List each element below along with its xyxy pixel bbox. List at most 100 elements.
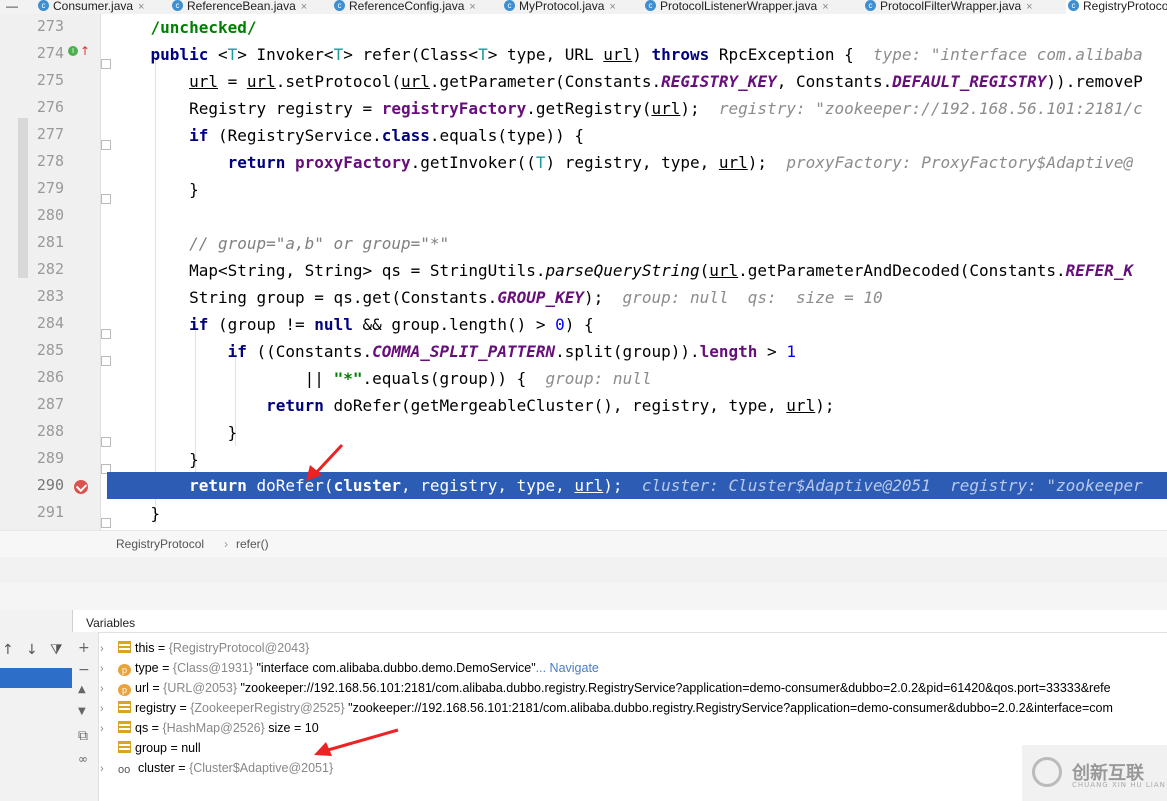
navigate-link[interactable]: ... Navigate bbox=[536, 661, 599, 675]
var-name: this bbox=[135, 641, 155, 655]
variable-row[interactable]: › qs = {HashMap@2526} size = 10 bbox=[100, 718, 319, 738]
code-line[interactable]: return doRefer(getMergeableCluster(), re… bbox=[112, 392, 834, 419]
arrow-up-icon[interactable]: ↑ bbox=[2, 642, 14, 658]
code-line[interactable]: } bbox=[112, 446, 199, 473]
code-line[interactable]: if (group != null && group.length() > 0)… bbox=[112, 311, 594, 338]
frames-panel: ↑ ↓ ⧩ bbox=[0, 610, 73, 801]
frames-toolbar: ↑ ↓ ⧩ bbox=[0, 642, 72, 662]
tab-label: ReferenceConfig.java bbox=[349, 0, 465, 13]
line-number: 286 bbox=[36, 368, 64, 386]
fold-icon[interactable] bbox=[101, 194, 111, 204]
code-editor[interactable]: 273 274 275 276 277 278 279 280 281 282 … bbox=[0, 14, 1167, 530]
variable-row[interactable]: › p type = {Class@1931} "interface com.ali… bbox=[100, 658, 599, 678]
variable-row[interactable]: group = null bbox=[100, 738, 201, 758]
tab-label: ProtocolListenerWrapper.java bbox=[660, 0, 818, 13]
line-number: 283 bbox=[36, 287, 64, 305]
code-line[interactable]: } bbox=[112, 419, 238, 446]
code-line[interactable]: url = url.setProtocol(url.getParameter(C… bbox=[112, 68, 1143, 95]
code-line[interactable]: return doRefer(cluster, registry, type, … bbox=[112, 472, 1143, 499]
breadcrumb-class[interactable]: RegistryProtocol bbox=[116, 531, 204, 557]
gutter-scrollbar[interactable] bbox=[18, 118, 28, 278]
var-ref: {HashMap@2526} bbox=[162, 721, 265, 735]
move-up-icon[interactable]: ▲ bbox=[78, 684, 86, 695]
watch-glasses-icon[interactable]: ∞ bbox=[78, 752, 88, 766]
line-number: 276 bbox=[36, 98, 64, 116]
code-line[interactable]: // group="a,b" or group="*" bbox=[112, 230, 449, 257]
variable-row[interactable]: › this = {RegistryProtocol@2043} bbox=[100, 638, 309, 658]
tab-reference-config[interactable]: c ReferenceConfig.java × bbox=[332, 0, 476, 14]
breadcrumb-method[interactable]: refer() bbox=[236, 531, 269, 557]
line-gutter[interactable]: 273 274 275 276 277 278 279 280 281 282 … bbox=[0, 14, 101, 530]
fold-icon[interactable] bbox=[101, 329, 111, 339]
tab-protocol-filter-wrapper[interactable]: c ProtocolFilterWrapper.java × bbox=[863, 0, 1033, 14]
current-execution-line[interactable]: return doRefer(cluster, registry, type, … bbox=[107, 472, 1167, 499]
tab-registry-protocol[interactable]: c RegistryProtocol.java bbox=[1066, 0, 1167, 14]
variable-row[interactable]: › oo cluster = {Cluster$Adaptive@2051} bbox=[100, 758, 333, 778]
move-down-icon[interactable]: ▼ bbox=[78, 706, 86, 717]
watermark-subtext: CHUANG XIN HU LIAN bbox=[1072, 781, 1166, 789]
chevron-right-icon[interactable]: › bbox=[100, 659, 118, 679]
var-value: "interface com.alibaba.dubbo.demo.DemoSe… bbox=[256, 661, 536, 675]
var-ref: {URL@2053} bbox=[163, 681, 238, 695]
code-line[interactable] bbox=[112, 203, 122, 230]
var-value: null bbox=[181, 741, 201, 755]
fold-icon[interactable] bbox=[101, 59, 111, 69]
chevron-right-icon[interactable]: › bbox=[100, 719, 118, 739]
class-icon: c bbox=[1068, 0, 1079, 11]
close-icon[interactable]: × bbox=[822, 1, 828, 13]
code-line[interactable]: if ((Constants.COMMA_SPLIT_PATTERN.split… bbox=[112, 338, 796, 365]
selected-frame[interactable] bbox=[0, 668, 72, 688]
code-line[interactable]: Registry registry = registryFactory.getR… bbox=[112, 95, 1143, 122]
variable-row[interactable]: › registry = {ZookeeperRegistry@2525} "zo… bbox=[100, 698, 1113, 718]
field-icon bbox=[118, 701, 131, 713]
field-icon bbox=[118, 741, 131, 753]
var-value: "zookeeper://192.168.56.101:2181/com.ali… bbox=[240, 681, 1111, 695]
annotation-arrow-icon bbox=[306, 443, 344, 481]
fold-icon[interactable] bbox=[101, 437, 111, 447]
tab-protocol-listener-wrapper[interactable]: c ProtocolListenerWrapper.java × bbox=[643, 0, 829, 14]
tab-my-protocol[interactable]: c MyProtocol.java × bbox=[502, 0, 616, 14]
class-icon: c bbox=[334, 0, 345, 11]
tab-label: Consumer.java bbox=[53, 0, 134, 13]
fold-icon[interactable] bbox=[101, 518, 111, 528]
fold-icon[interactable] bbox=[101, 356, 111, 366]
code-line[interactable]: } bbox=[112, 500, 161, 527]
close-icon[interactable]: × bbox=[1026, 1, 1032, 13]
breadcrumb: RegistryProtocol › refer() bbox=[0, 530, 1167, 558]
chevron-right-icon[interactable]: › bbox=[100, 639, 118, 659]
code-line[interactable]: || "*".equals(group)) { group: null bbox=[112, 365, 652, 392]
minimize-icon[interactable]: — bbox=[6, 0, 18, 12]
tab-reference-bean[interactable]: c ReferenceBean.java × bbox=[170, 0, 307, 14]
minus-icon[interactable]: − bbox=[78, 662, 90, 678]
chevron-right-icon[interactable]: › bbox=[100, 679, 118, 699]
variable-row[interactable]: › p url = {URL@2053} "zookeeper://192.168.… bbox=[100, 678, 1111, 698]
code-line[interactable]: Map<String, String> qs = StringUtils.par… bbox=[112, 257, 1133, 284]
close-icon[interactable]: × bbox=[609, 1, 615, 13]
breadcrumb-separator: › bbox=[224, 537, 228, 551]
fold-icon[interactable] bbox=[101, 140, 111, 150]
override-arrow-icon[interactable]: ↑ bbox=[80, 44, 90, 58]
code-line[interactable]: /unchecked/ bbox=[112, 14, 257, 41]
arrow-down-icon[interactable]: ↓ bbox=[26, 642, 38, 658]
close-icon[interactable]: × bbox=[301, 1, 307, 13]
add-icon[interactable]: + bbox=[78, 640, 90, 656]
class-icon: c bbox=[504, 0, 515, 11]
tab-consumer[interactable]: c Consumer.java × bbox=[36, 0, 144, 14]
code-line[interactable]: public <T> Invoker<T> refer(Class<T> typ… bbox=[112, 41, 1143, 68]
code-line[interactable]: String group = qs.get(Constants.GROUP_KE… bbox=[112, 284, 883, 311]
line-number: 289 bbox=[36, 449, 64, 467]
chevron-right-icon[interactable]: › bbox=[100, 759, 118, 779]
field-icon bbox=[118, 721, 131, 733]
close-icon[interactable]: × bbox=[469, 1, 475, 13]
close-icon[interactable]: × bbox=[138, 1, 144, 13]
code-line[interactable]: return proxyFactory.getInvoker((T) regis… bbox=[112, 149, 1134, 176]
parameter-icon: p bbox=[118, 684, 131, 696]
tab-label: RegistryProtocol.java bbox=[1083, 0, 1167, 13]
code-line[interactable]: if (RegistryService.class.equals(type)) … bbox=[112, 122, 584, 149]
chevron-right-icon[interactable]: › bbox=[100, 699, 118, 719]
code-line[interactable]: } bbox=[112, 176, 199, 203]
copy-icon[interactable]: ⧉ bbox=[78, 728, 88, 744]
filter-icon[interactable]: ⧩ bbox=[50, 642, 63, 658]
override-icon[interactable]: I bbox=[68, 46, 78, 56]
breakpoint-icon[interactable] bbox=[74, 480, 88, 494]
